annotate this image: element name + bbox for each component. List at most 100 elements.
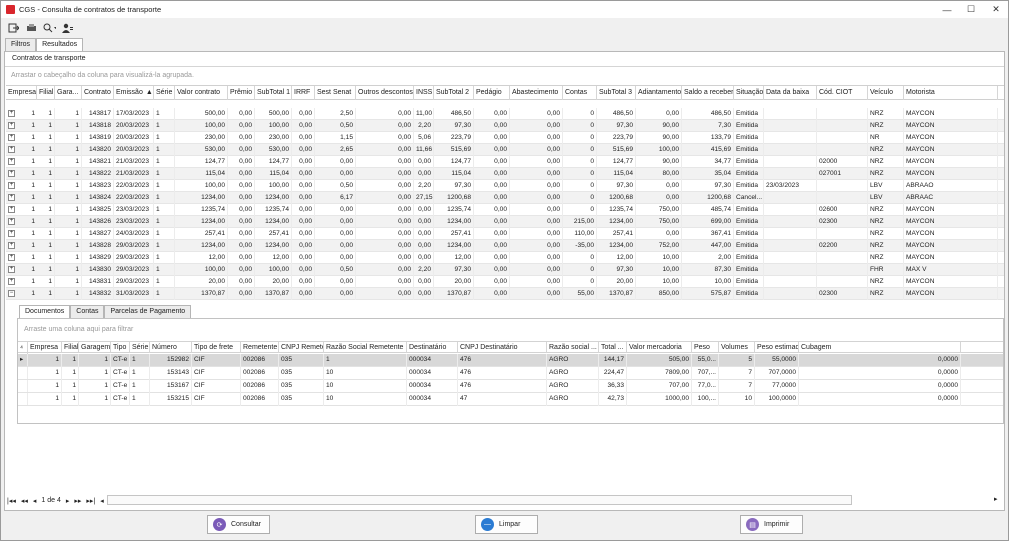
expand-row-icon[interactable]: + [8, 146, 15, 153]
expand-row-icon[interactable]: + [8, 278, 15, 285]
expand-row-icon[interactable]: + [8, 230, 15, 237]
table-row[interactable]: +1 1 1 143820 20/03/2023 1 530,00 0,00 530,00 0,0… [6, 144, 1004, 156]
detail-column-header[interactable]: Razão Social Remetente [324, 342, 407, 353]
detail-column-header[interactable]: Tipo [111, 342, 130, 353]
maximize-button[interactable]: ☐ [959, 1, 983, 18]
user-icon[interactable] [61, 22, 74, 34]
column-header[interactable]: SubTotal 3 [597, 86, 636, 100]
table-row[interactable]: +1 1 1 143825 23/03/2023 1 1235,74 0,00 1235,74 0… [6, 204, 1004, 216]
print-icon[interactable] [25, 22, 38, 34]
limpar-button[interactable]: — Limpar [475, 515, 538, 534]
expand-row-icon[interactable]: + [8, 110, 15, 117]
table-row[interactable]: −1 1 1 143832 31/03/2023 1 1370,87 0,00 1370,87 0… [6, 288, 1004, 300]
tab-documentos[interactable]: Documentos [19, 305, 71, 318]
detail-column-header[interactable]: Cubagem [799, 342, 961, 353]
table-row[interactable]: +1 1 1 143826 23/03/2023 1 1234,00 0,00 1234,00 0… [6, 216, 1004, 228]
search-icon[interactable] [43, 22, 56, 34]
detail-row[interactable]: 1 1 1 CT-e 1 153143 CIF 002086 035 10 000034 476 AGR… [18, 367, 1003, 380]
detail-column-header[interactable]: CNPJ Remetente [279, 342, 324, 353]
tab-filtros[interactable]: Filtros [5, 38, 37, 51]
detail-column-header[interactable]: Razão social ... [547, 342, 599, 353]
column-header[interactable]: INSS [414, 86, 434, 100]
detail-column-header[interactable]: CNPJ Destinatário [458, 342, 547, 353]
detail-column-header[interactable]: Peso estimado [755, 342, 799, 353]
column-header[interactable]: Sest Senat [315, 86, 356, 100]
consultar-button[interactable]: ⟳ Consultar [207, 515, 270, 534]
horizontal-scrollbar[interactable] [107, 495, 852, 505]
column-header[interactable]: Adiantamento [636, 86, 682, 100]
column-header[interactable]: Emissão ▲ [114, 86, 154, 100]
table-row[interactable]: +1 1 1 143823 22/03/2023 1 100,00 0,00 100,00 0,0… [6, 180, 1004, 192]
detail-row[interactable]: 1 1 1 CT-e 1 153167 CIF 002086 035 10 000034 476 AGR… [18, 380, 1003, 393]
column-header[interactable]: SubTotal 1 [255, 86, 292, 100]
column-header[interactable]: SubTotal 2 [434, 86, 474, 100]
detail-column-header[interactable]: Volumes [719, 342, 755, 353]
detail-column-header[interactable]: Remetente [241, 342, 279, 353]
expand-row-icon[interactable]: + [8, 134, 15, 141]
scroll-right-icon[interactable]: ▸ [994, 495, 998, 503]
detail-column-header[interactable]: Número [150, 342, 192, 353]
column-header[interactable]: Pedágio [474, 86, 510, 100]
column-header[interactable]: Empresa [6, 86, 37, 100]
expand-row-icon[interactable]: + [8, 158, 15, 165]
detail-row[interactable]: 1 1 1 CT-e 1 153215 CIF 002086 035 10 000034 47 AGRO… [18, 393, 1003, 406]
minimize-button[interactable]: — [935, 1, 959, 18]
exit-icon[interactable] [7, 22, 20, 34]
last-page-button[interactable]: ▸▸| [86, 497, 95, 505]
detail-column-header[interactable]: Série [130, 342, 150, 353]
column-header[interactable]: Filial [37, 86, 55, 100]
tab-parcelas[interactable]: Parcelas de Pagamento [104, 305, 192, 318]
column-header[interactable]: Cód. CIOT [817, 86, 868, 100]
expand-row-icon[interactable]: + [8, 194, 15, 201]
prev-page-group-button[interactable]: ◂◂ [21, 497, 28, 505]
expand-row-icon[interactable]: + [8, 242, 15, 249]
column-header[interactable]: Contas [563, 86, 597, 100]
close-button[interactable]: ✕ [984, 1, 1008, 18]
column-header[interactable]: Gara... [55, 86, 82, 100]
detail-column-header[interactable]: Tipo de frete [192, 342, 241, 353]
detail-column-header[interactable]: Destinatário [407, 342, 458, 353]
table-row[interactable]: +1 1 1 143822 21/03/2023 1 115,04 0,00 115,04 0,0… [6, 168, 1004, 180]
detail-column-header[interactable]: Filial [62, 342, 79, 353]
table-row[interactable]: +1 1 1 143824 22/03/2023 1 1234,00 0,00 1234,00 0… [6, 192, 1004, 204]
detail-column-header[interactable]: Peso [692, 342, 719, 353]
column-header[interactable]: Abastecimento [510, 86, 563, 100]
column-header[interactable]: Situação [734, 86, 764, 100]
column-header[interactable]: Data da baixa [764, 86, 817, 100]
table-row[interactable]: +1 1 1 143821 21/03/2023 1 124,77 0,00 124,77 0,0… [6, 156, 1004, 168]
table-row[interactable]: +1 1 1 143819 20/03/2023 1 230,00 0,00 230,00 0,0… [6, 132, 1004, 144]
scroll-left-icon[interactable]: ◂ [100, 497, 104, 505]
column-header[interactable]: Série [154, 86, 175, 100]
prev-page-button[interactable]: ◂ [33, 497, 37, 505]
column-header[interactable]: Valor contrato [175, 86, 228, 100]
detail-column-header[interactable]: Valor mercadoria [627, 342, 692, 353]
tab-resultados[interactable]: Resultados [36, 38, 84, 52]
detail-row[interactable]: ▸ 1 1 1 CT-e 1 152982 CIF 002086 035 1 000034 476 AGR… [18, 354, 1003, 367]
expand-row-icon[interactable]: − [8, 290, 15, 297]
column-header[interactable]: Contrato [82, 86, 114, 100]
column-header[interactable]: Motorista [904, 86, 998, 100]
detail-column-header[interactable]: Garagem [79, 342, 111, 353]
expand-row-icon[interactable]: + [8, 218, 15, 225]
expand-row-icon[interactable]: + [8, 122, 15, 129]
table-row[interactable]: +1 1 1 143829 29/03/2023 1 12,00 0,00 12,00 0,00 0… [6, 252, 1004, 264]
imprimir-button[interactable]: ▤ Imprimir [740, 515, 803, 534]
expand-row-icon[interactable]: + [8, 266, 15, 273]
expand-row-icon[interactable]: + [8, 206, 15, 213]
table-row[interactable]: +1 1 1 143828 29/03/2023 1 1234,00 0,00 1234,00 0… [6, 240, 1004, 252]
table-row[interactable]: +1 1 1 143830 29/03/2023 1 100,00 0,00 100,00 0,0… [6, 264, 1004, 276]
expand-row-icon[interactable]: + [8, 254, 15, 261]
tab-contas[interactable]: Contas [70, 305, 105, 318]
table-row[interactable]: +1 1 1 143818 20/03/2023 1 100,00 0,00 100,00 0,0… [6, 120, 1004, 132]
expand-row-icon[interactable]: + [8, 182, 15, 189]
table-row[interactable]: +1 1 1 143831 29/03/2023 1 20,00 0,00 20,00 0,00 0… [6, 276, 1004, 288]
table-row[interactable]: +1 1 1 143817 17/03/2023 1 500,00 0,00 500,00 0,0… [6, 108, 1004, 120]
next-page-button[interactable]: ▸ [66, 497, 70, 505]
table-row[interactable]: +1 1 1 143827 24/03/2023 1 257,41 0,00 257,41 0,0… [6, 228, 1004, 240]
detail-column-header[interactable]: Total ... [599, 342, 627, 353]
column-header[interactable]: IRRF [292, 86, 315, 100]
next-page-group-button[interactable]: ▸▸ [74, 497, 81, 505]
expand-row-icon[interactable]: + [8, 170, 15, 177]
first-page-button[interactable]: |◂◂ [7, 497, 16, 505]
detail-column-header[interactable]: Empresa [28, 342, 62, 353]
